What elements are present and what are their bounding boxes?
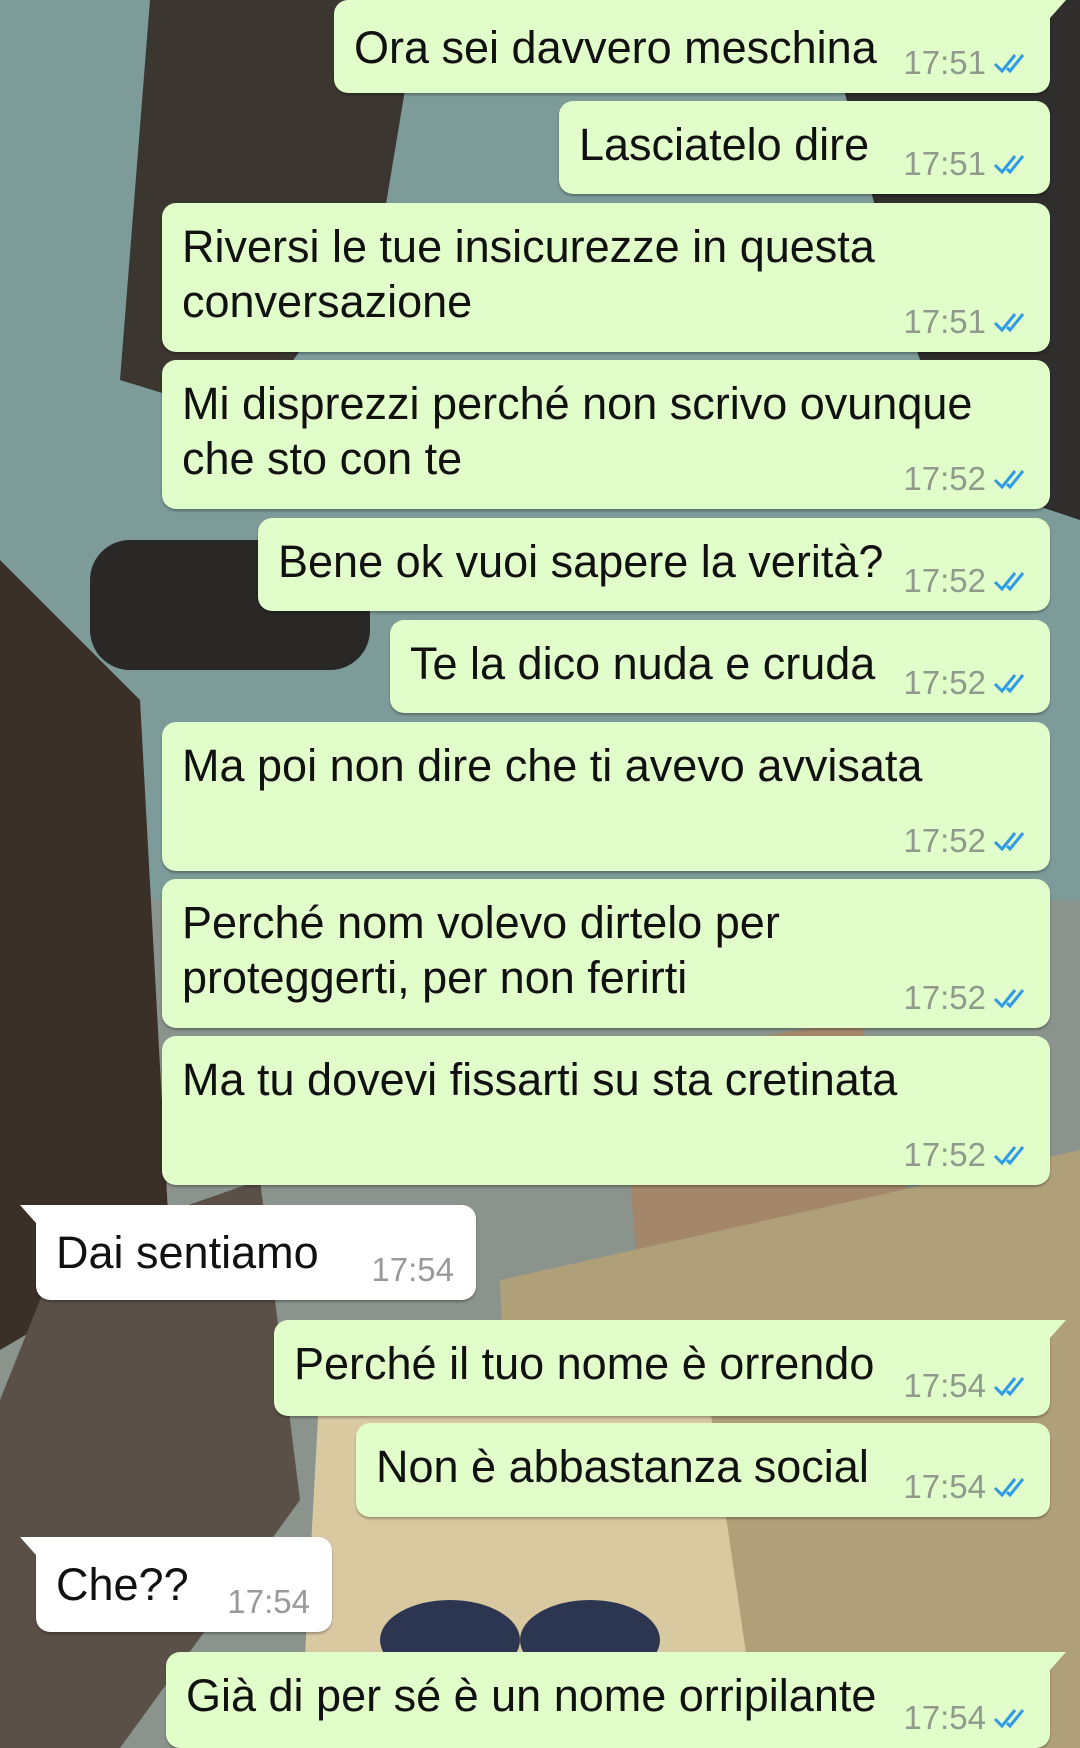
- double-check-icon: [993, 155, 1025, 175]
- message-text: Dai sentiamo: [56, 1227, 319, 1278]
- message-text: Bene ok vuoi sapere la verità?: [278, 536, 884, 587]
- message-bubble-outgoing[interactable]: Già di per sé è un nome orripilante 17:5…: [166, 1652, 1066, 1748]
- message-text: Che??: [56, 1559, 189, 1610]
- message-text: Perché nom volevo dirtelo per proteggert…: [182, 897, 780, 1003]
- message-bubble-incoming[interactable]: Che?? 17:54: [20, 1537, 332, 1632]
- message-time: 17:54: [227, 1583, 310, 1620]
- message-time: 17:51: [903, 145, 986, 182]
- message-text: Ma poi non dire che ti avevo avvisata: [182, 740, 923, 791]
- message-time: 17:54: [903, 1367, 986, 1404]
- message-bubble-outgoing[interactable]: Te la dico nuda e cruda 17:52: [390, 620, 1050, 713]
- message-time: 17:54: [903, 1699, 986, 1736]
- message-bubble-outgoing[interactable]: Lasciatelo dire 17:51: [559, 101, 1050, 194]
- message-time: 17:54: [903, 1468, 986, 1505]
- message-text: Già di per sé è un nome orripilante: [186, 1670, 877, 1721]
- message-text: Lasciatelo dire: [579, 119, 870, 170]
- message-bubble-outgoing[interactable]: Perché nom volevo dirtelo per proteggert…: [162, 879, 1050, 1028]
- message-text: Ma tu dovevi fissarti su sta cretinata: [182, 1054, 898, 1105]
- message-bubble-outgoing[interactable]: Non è abbastanza social 17:54: [356, 1423, 1050, 1517]
- message-time: 17:52: [903, 822, 986, 859]
- message-time: 17:54: [371, 1251, 454, 1288]
- double-check-icon: [993, 313, 1025, 333]
- double-check-icon: [993, 1709, 1025, 1729]
- message-text: Perché il tuo nome è orrendo: [294, 1338, 875, 1389]
- double-check-icon: [993, 1146, 1025, 1166]
- message-bubble-outgoing[interactable]: Riversi le tue insicurezze in questa con…: [162, 203, 1050, 352]
- message-text: Riversi le tue insicurezze in questa con…: [182, 221, 875, 327]
- message-bubble-outgoing[interactable]: Ma tu dovevi fissarti su sta cretinata 1…: [162, 1036, 1050, 1185]
- message-time: 17:51: [903, 303, 986, 340]
- message-text: Non è abbastanza social: [376, 1441, 869, 1492]
- double-check-icon: [993, 989, 1025, 1009]
- message-bubble-outgoing[interactable]: Ma poi non dire che ti avevo avvisata 17…: [162, 722, 1050, 871]
- message-text: Ora sei davvero meschina: [354, 22, 877, 73]
- double-check-icon: [993, 832, 1025, 852]
- message-bubble-outgoing[interactable]: Mi disprezzi perché non scrivo ovunque c…: [162, 360, 1050, 509]
- message-time: 17:52: [903, 664, 986, 701]
- message-bubble-outgoing[interactable]: Bene ok vuoi sapere la verità? 17:52: [258, 518, 1050, 611]
- message-time: 17:52: [903, 460, 986, 497]
- message-time: 17:52: [903, 979, 986, 1016]
- message-time: 17:51: [903, 44, 986, 81]
- double-check-icon: [993, 1377, 1025, 1397]
- double-check-icon: [993, 674, 1025, 694]
- message-bubble-incoming[interactable]: Dai sentiamo 17:54: [20, 1205, 476, 1300]
- message-time: 17:52: [903, 1136, 986, 1173]
- double-check-icon: [993, 1478, 1025, 1498]
- message-text: Te la dico nuda e cruda: [410, 638, 876, 689]
- double-check-icon: [993, 572, 1025, 592]
- message-time: 17:52: [903, 562, 986, 599]
- message-bubble-outgoing[interactable]: Ora sei davvero meschina 17:51: [334, 0, 1066, 93]
- message-list[interactable]: Ora sei davvero meschina 17:51 Lasciatel…: [0, 0, 1080, 1748]
- double-check-icon: [993, 470, 1025, 490]
- double-check-icon: [993, 54, 1025, 74]
- message-text: Mi disprezzi perché non scrivo ovunque c…: [182, 378, 973, 484]
- message-bubble-outgoing[interactable]: Perché il tuo nome è orrendo 17:54: [274, 1320, 1066, 1416]
